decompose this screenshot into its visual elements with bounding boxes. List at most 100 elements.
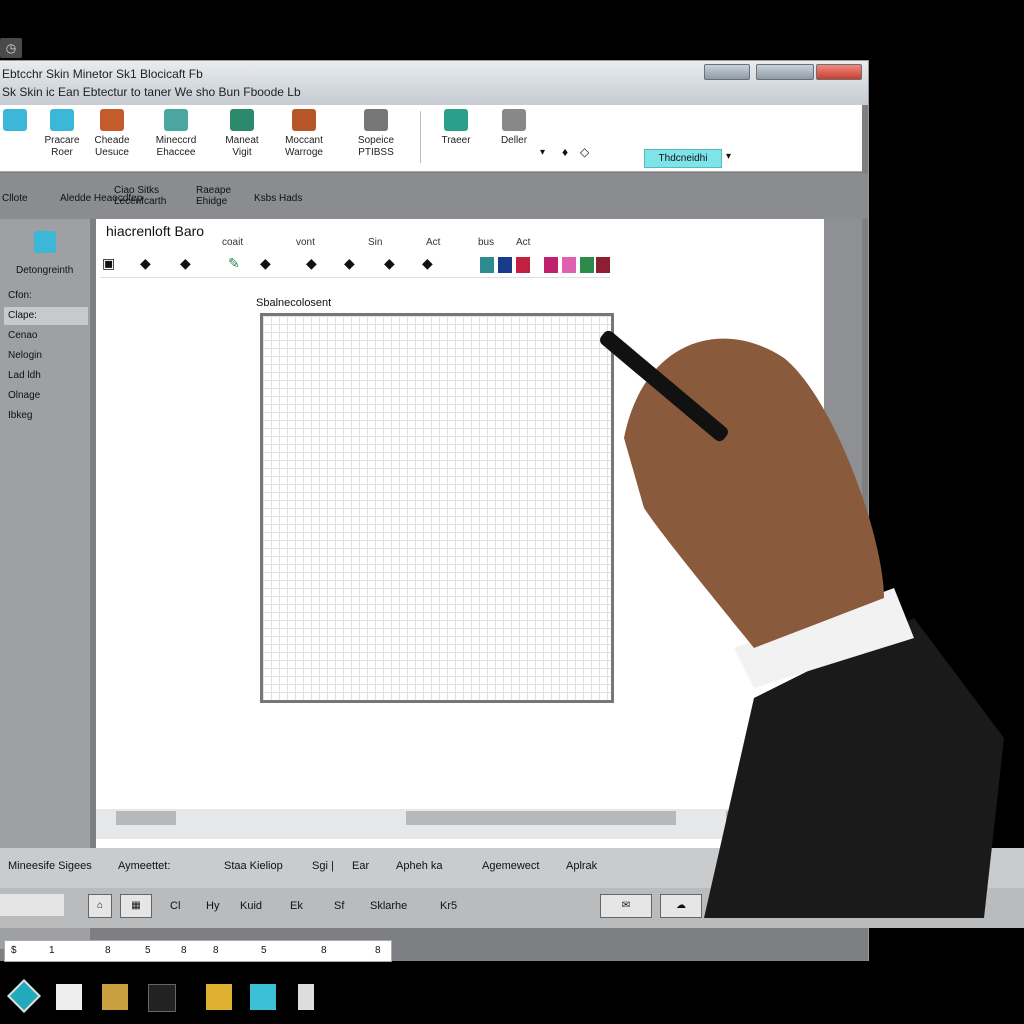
- ribbon-label: Deller: [500, 135, 528, 146]
- ribbon-button-traeer[interactable]: Traeer: [424, 109, 488, 147]
- subtool-item[interactable]: Cllote: [2, 193, 28, 204]
- creature-app-icon[interactable]: [250, 984, 276, 1010]
- box-icon[interactable]: ▢: [750, 894, 776, 918]
- toolbar-item[interactable]: Cl: [170, 900, 180, 912]
- minimize-button[interactable]: [704, 64, 750, 80]
- color-swatch[interactable]: [516, 257, 530, 273]
- toolbar-box[interactable]: Eneet: [908, 894, 966, 918]
- creeper-icon[interactable]: ◆: [260, 255, 271, 272]
- close-button[interactable]: [816, 64, 862, 80]
- color-swatch[interactable]: [544, 257, 558, 273]
- ribbon-button-3[interactable]: Mineccrd Ehaccee: [144, 109, 208, 159]
- left-panel: Detongreinth Cfon: Clape: Cenao Nelogin …: [0, 219, 90, 949]
- toolbar-item[interactable]: Hy: [206, 900, 219, 912]
- left-panel-item[interactable]: Clape:: [4, 307, 88, 325]
- ruler-mark: $: [11, 945, 17, 956]
- cube-icon: [3, 109, 27, 131]
- diamond-icon[interactable]: ◇: [580, 145, 589, 159]
- window-subtitle: Sk Skin ic Ean Ebtectur to taner We sho …: [2, 85, 301, 99]
- ribbon: Pracare Roer Cheade Uesuce Mineccrd Ehac…: [0, 105, 862, 172]
- ribbon-button-pracare[interactable]: [0, 109, 30, 135]
- toolbar-item[interactable]: Sklarhe: [370, 900, 407, 912]
- document-icon: [444, 109, 468, 131]
- block-icon: [100, 109, 124, 131]
- bottom-toolbar: ⌂ ▦ Cl Hy Kuid Ek Sf Sklarhe Kr5 ✉ ☁ ▤ ▢…: [0, 888, 1024, 928]
- scroll-thumb[interactable]: [726, 811, 756, 825]
- door-icon: [230, 109, 254, 131]
- toolbar-item[interactable]: Kr5: [440, 900, 457, 912]
- toolbar-item[interactable]: Sf: [334, 900, 344, 912]
- chevron-down-icon[interactable]: ▾: [726, 151, 731, 162]
- map-icon[interactable]: ✉: [600, 894, 652, 918]
- left-panel-item[interactable]: Olnage: [4, 387, 88, 405]
- ribbon-button-deller[interactable]: Deller: [482, 109, 546, 147]
- ribbon-label: Moccant Warroge: [285, 135, 323, 158]
- ribbon-label: Sopeice PTIBSS: [357, 135, 395, 158]
- block-app-icon[interactable]: [102, 984, 128, 1010]
- dropdown-field[interactable]: [0, 894, 64, 916]
- left-panel-item[interactable]: Ibkeg: [4, 407, 88, 425]
- ruler-mark: 8: [105, 945, 111, 956]
- terminal-app-icon[interactable]: [56, 984, 82, 1010]
- brick-icon[interactable]: ▤: [710, 894, 748, 918]
- color-swatch[interactable]: [498, 257, 512, 273]
- creeper-icon[interactable]: ◆: [180, 255, 191, 272]
- horizontal-scrollbar[interactable]: [96, 809, 786, 839]
- creeper-icon[interactable]: ◆: [384, 255, 395, 272]
- window-title: Ebtcchr Skin Minetor Sk1 Blocicaft Fb: [2, 67, 203, 81]
- pencil-icon[interactable]: ✎: [228, 255, 240, 272]
- creeper-icon[interactable]: ◆: [422, 255, 433, 272]
- ribbon-button-5[interactable]: Moccant Warroge: [272, 109, 336, 159]
- home-icon[interactable]: ⌂: [88, 894, 112, 918]
- color-swatch[interactable]: [480, 257, 494, 273]
- cloud-icon[interactable]: ☁: [660, 894, 702, 918]
- ribbon-button-4[interactable]: Maneat Vigit: [210, 109, 274, 159]
- status-item: Staa Kieliop: [224, 860, 283, 872]
- ribbon-label: Cheade Uesuce: [94, 135, 130, 158]
- status-item: Sgi |: [312, 860, 334, 872]
- page-icon: [502, 109, 526, 131]
- creeper-icon[interactable]: ◆: [140, 255, 151, 272]
- lamp-app-icon[interactable]: [206, 984, 232, 1010]
- block-tool-icon[interactable]: [34, 231, 56, 253]
- toolbar-item[interactable]: ERNE: [804, 900, 835, 912]
- subtool-item[interactable]: Ciao Sitks Lecenfcarth: [114, 185, 166, 207]
- house-icon: [164, 109, 188, 131]
- bottle-app-icon[interactable]: [298, 984, 314, 1010]
- grid-icon[interactable]: ▦: [120, 894, 152, 918]
- subtool-item[interactable]: Raeape Ehidge: [196, 185, 231, 207]
- ruler-mark: 1: [49, 945, 55, 956]
- ribbon-label: Mineccrd Ehaccee: [155, 135, 197, 158]
- system-menu-icon[interactable]: ◷: [0, 38, 22, 58]
- ruler-mark: 8: [213, 945, 219, 956]
- left-panel-item[interactable]: Lad ldh: [4, 367, 88, 385]
- skin-canvas[interactable]: [260, 313, 614, 703]
- image-icon[interactable]: ▣: [102, 255, 115, 272]
- toolbar-item[interactable]: Kuid: [240, 900, 262, 912]
- toolbar-item[interactable]: Ek: [290, 900, 303, 912]
- left-panel-item[interactable]: Nelogin: [4, 347, 88, 365]
- sub-toolbar: Cllote Aledde Heaocdfep Ciao Sitks Lecen…: [0, 173, 868, 219]
- search-dropdown[interactable]: Thdcneidhi: [644, 149, 722, 168]
- diamond-app-icon[interactable]: [7, 979, 41, 1013]
- chevron-down-icon[interactable]: ▾: [540, 147, 545, 158]
- creeper-icon[interactable]: ◆: [306, 255, 317, 272]
- maximize-button[interactable]: [756, 64, 814, 80]
- left-panel-item[interactable]: Cfon:: [4, 287, 88, 305]
- creeper-icon[interactable]: ◆: [344, 255, 355, 272]
- palette-label: coait: [222, 237, 244, 248]
- paint-icon[interactable]: ♦: [562, 145, 568, 159]
- status-item: Agemewect: [482, 860, 540, 872]
- scroll-thumb[interactable]: [116, 811, 176, 825]
- color-swatch[interactable]: [596, 257, 610, 273]
- color-swatch[interactable]: [562, 257, 576, 273]
- scroll-thumb[interactable]: [406, 811, 676, 825]
- ribbon-button-2[interactable]: Cheade Uesuce: [80, 109, 144, 159]
- plant-app-icon[interactable]: [148, 984, 176, 1012]
- palette-label: Act: [426, 237, 441, 248]
- color-swatch[interactable]: [580, 257, 594, 273]
- left-panel-item[interactable]: Cenao: [4, 327, 88, 345]
- subtool-item[interactable]: Ksbs Hads: [254, 193, 302, 204]
- vertical-scrollbar[interactable]: [824, 219, 862, 909]
- ribbon-button-6[interactable]: Sopeice PTIBSS: [344, 109, 408, 159]
